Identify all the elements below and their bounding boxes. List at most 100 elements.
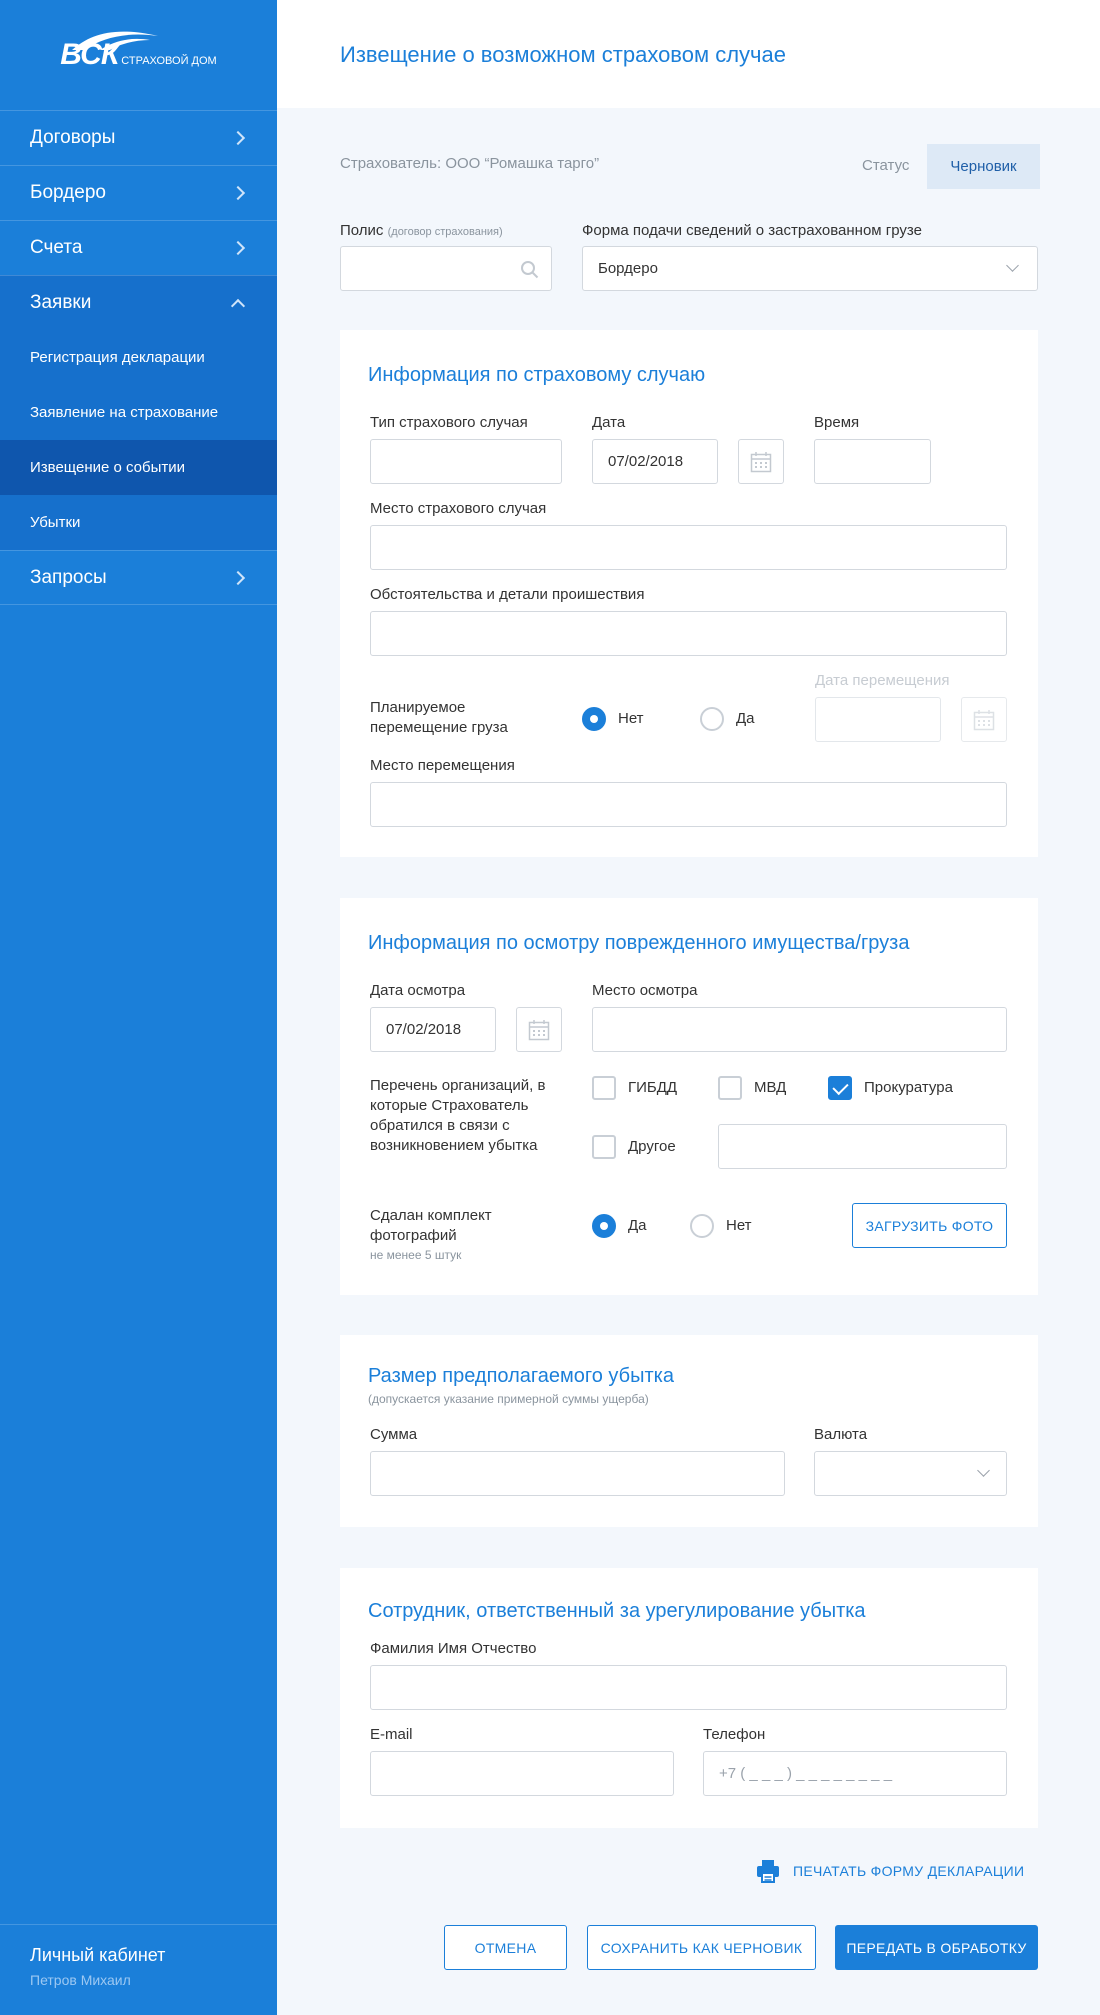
sidebar-subitem-label: Убытки <box>30 514 81 531</box>
insurer-text: Страхователь: ООО “Ромашка тарго” <box>340 155 600 172</box>
employee-name-label: Фамилия Имя Отчество <box>370 1640 537 1657</box>
logo-wing-icon <box>72 31 159 50</box>
account-title: Личный кабинет <box>30 1945 166 1965</box>
logo-sub-text: СТРАХОВОЙ ДОМ <box>121 55 217 67</box>
policy-search-input[interactable] <box>340 246 552 291</box>
policy-label: Полис (договор страхования) <box>340 222 503 239</box>
case-details-input[interactable] <box>370 611 1007 656</box>
sidebar-item-requests[interactable]: Заявки <box>0 275 277 330</box>
page-header: Извещение о возможном страховом случае <box>277 0 1100 108</box>
chevron-up-icon <box>230 298 246 314</box>
inspection-place-input[interactable] <box>592 1007 1007 1052</box>
case-date-input[interactable]: 07/02/2018 <box>592 439 718 484</box>
chevron-right-icon <box>230 240 246 256</box>
org-gibdd-label: ГИБДД <box>628 1079 678 1096</box>
form-type-label: Форма подачи сведений о застрахованном г… <box>582 222 922 239</box>
case-time-label: Время <box>814 414 860 431</box>
loss-size-subtitle: (допускается указание примерной суммы ущ… <box>368 1392 649 1406</box>
case-type-input[interactable] <box>370 439 562 484</box>
page-title: Извещение о возможном страховом случае <box>340 42 786 67</box>
employee-name-input[interactable] <box>370 1665 1007 1710</box>
sidebar-item-contracts[interactable]: Договоры <box>0 110 277 165</box>
sidebar-subitem-label: Заявление на страхование <box>30 404 219 421</box>
case-details-label: Обстоятельства и детали проишествия <box>370 586 645 603</box>
form-type-select[interactable]: Бордеро <box>582 246 1038 291</box>
photos-hint: не менее 5 штук <box>370 1248 462 1262</box>
case-place-input[interactable] <box>370 525 1007 570</box>
policy-hint: (договор страхования) <box>387 226 503 238</box>
search-icon <box>521 261 539 279</box>
sidebar-subitem-label: Регистрация декларации <box>30 349 205 366</box>
photos-yes-label: Да <box>628 1217 647 1234</box>
case-info-title: Информация по страховому случаю <box>368 364 706 386</box>
cargo-move-no-label: Нет <box>618 710 644 727</box>
account-user-name: Петров Михаил <box>30 1972 131 1988</box>
case-date-calendar-button[interactable] <box>738 439 784 484</box>
sidebar-item-label: Счета <box>30 237 83 258</box>
photos-no-radio[interactable] <box>690 1214 714 1238</box>
print-declaration-label: ПЕЧАТАТЬ ФОРМУ ДЕКЛАРАЦИИ <box>793 1863 1025 1879</box>
case-time-input[interactable] <box>814 439 931 484</box>
status-badge: Черновик <box>927 144 1040 189</box>
cargo-move-yes-label: Да <box>736 710 755 727</box>
sidebar-subitem-label: Извещение о событии <box>30 459 186 476</box>
case-info-card: Информация по страховому случаю Тип стра… <box>340 330 1038 857</box>
inspection-date-value: 07/02/2018 <box>386 1021 462 1038</box>
sidebar-item-inquiries[interactable]: Запросы <box>0 550 277 605</box>
logo[interactable]: ВСК СТРАХОВОЙ ДОМ <box>0 0 277 110</box>
sidebar-item-label: Договоры <box>30 127 116 148</box>
upload-photo-button[interactable]: ЗАГРУЗИТЬ ФОТО <box>852 1203 1007 1248</box>
move-place-label: Место перемещения <box>370 757 515 774</box>
org-prosecutor-checkbox[interactable] <box>828 1076 852 1100</box>
org-other-checkbox[interactable] <box>592 1135 616 1159</box>
submit-button[interactable]: ПЕРЕДАТЬ В ОБРАБОТКУ <box>835 1925 1038 1970</box>
sidebar-item-bordereau[interactable]: Бордеро <box>0 165 277 220</box>
case-date-value: 07/02/2018 <box>608 453 684 470</box>
org-other-label: Другое <box>628 1138 676 1155</box>
logo-mark: ВСК СТРАХОВОЙ ДОМ <box>60 31 217 70</box>
inspection-date-input[interactable]: 07/02/2018 <box>370 1007 496 1052</box>
org-prosecutor-label: Прокуратура <box>864 1079 953 1096</box>
org-mvd-checkbox[interactable] <box>718 1076 742 1100</box>
inspection-card: Информация по осмотру поврежденного имущ… <box>340 898 1038 1295</box>
loss-currency-select[interactable] <box>814 1451 1007 1496</box>
account-block[interactable]: Личный кабинет Петров Михаил <box>0 1924 277 2008</box>
photos-yes-radio[interactable] <box>592 1214 616 1238</box>
move-date-calendar-button[interactable] <box>961 697 1007 742</box>
chevron-down-icon <box>1006 259 1019 272</box>
sidebar: ВСК СТРАХОВОЙ ДОМ Договоры Бордеро Счета… <box>0 0 277 2015</box>
save-draft-button[interactable]: СОХРАНИТЬ КАК ЧЕРНОВИК <box>587 1925 816 1970</box>
calendar-icon <box>973 709 995 730</box>
form-type-value: Бордеро <box>598 260 658 277</box>
move-place-input[interactable] <box>370 782 1007 827</box>
loss-sum-input[interactable] <box>370 1451 785 1496</box>
employee-phone-label: Телефон <box>703 1726 766 1743</box>
move-date-input[interactable] <box>815 697 941 742</box>
organizations-label: Перечень организаций, в которые Страхова… <box>370 1077 546 1154</box>
case-place-label: Место страхового случая <box>370 500 547 517</box>
loss-size-card: Размер предполагаемого убытка (допускает… <box>340 1335 1038 1527</box>
sidebar-subitem-event-notice[interactable]: Извещение о событии <box>0 440 277 495</box>
employee-card: Сотрудник, ответственный за урегулирован… <box>340 1568 1038 1828</box>
org-gibdd-checkbox[interactable] <box>592 1076 616 1100</box>
cargo-move-no-radio[interactable] <box>582 707 606 731</box>
printer-icon <box>757 1860 779 1883</box>
sidebar-subitem-declaration[interactable]: Регистрация декларации <box>0 330 277 385</box>
loss-size-title: Размер предполагаемого убытка <box>368 1365 674 1387</box>
sidebar-subitem-losses[interactable]: Убытки <box>0 495 277 550</box>
employee-email-input[interactable] <box>370 1751 674 1796</box>
cargo-move-yes-radio[interactable] <box>700 707 724 731</box>
employee-phone-input[interactable]: +7 ( _ _ _ ) _ _ _ _ _ _ _ _ <box>703 1751 1007 1796</box>
inspection-date-label: Дата осмотра <box>370 982 466 999</box>
cancel-button[interactable]: ОТМЕНА <box>444 1925 567 1970</box>
sidebar-item-invoices[interactable]: Счета <box>0 220 277 275</box>
calendar-icon <box>750 451 772 472</box>
inspection-date-calendar-button[interactable] <box>516 1007 562 1052</box>
sidebar-item-label: Заявки <box>30 292 92 313</box>
print-declaration-link[interactable]: ПЕЧАТАТЬ ФОРМУ ДЕКЛАРАЦИИ <box>755 1858 1024 1884</box>
photos-label: Сдалан комплект фотографий <box>370 1207 492 1244</box>
org-other-input[interactable] <box>718 1124 1007 1169</box>
policy-label-text: Полис <box>340 222 384 239</box>
chevron-right-icon <box>230 185 246 201</box>
sidebar-subitem-application[interactable]: Заявление на страхование <box>0 385 277 440</box>
